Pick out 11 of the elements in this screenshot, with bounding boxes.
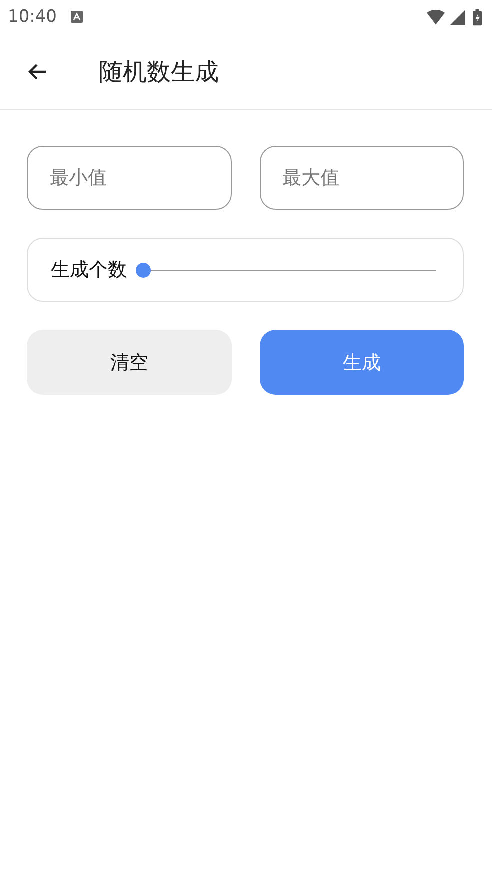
- wifi-icon: [427, 10, 445, 24]
- signal-icon: [449, 10, 467, 24]
- slider-label: 生成个数: [51, 258, 127, 283]
- battery-icon: [473, 8, 482, 26]
- input-field[interactable]: 最小值: [27, 146, 232, 210]
- page-title: 随机数生成: [99, 56, 219, 88]
- status-time: 10:40: [8, 7, 57, 27]
- keyboard-icon: [71, 11, 83, 23]
- clear-button[interactable]: 清空: [27, 330, 232, 395]
- slider-thumb[interactable]: [136, 262, 151, 278]
- input-field[interactable]: 最大值: [260, 146, 464, 210]
